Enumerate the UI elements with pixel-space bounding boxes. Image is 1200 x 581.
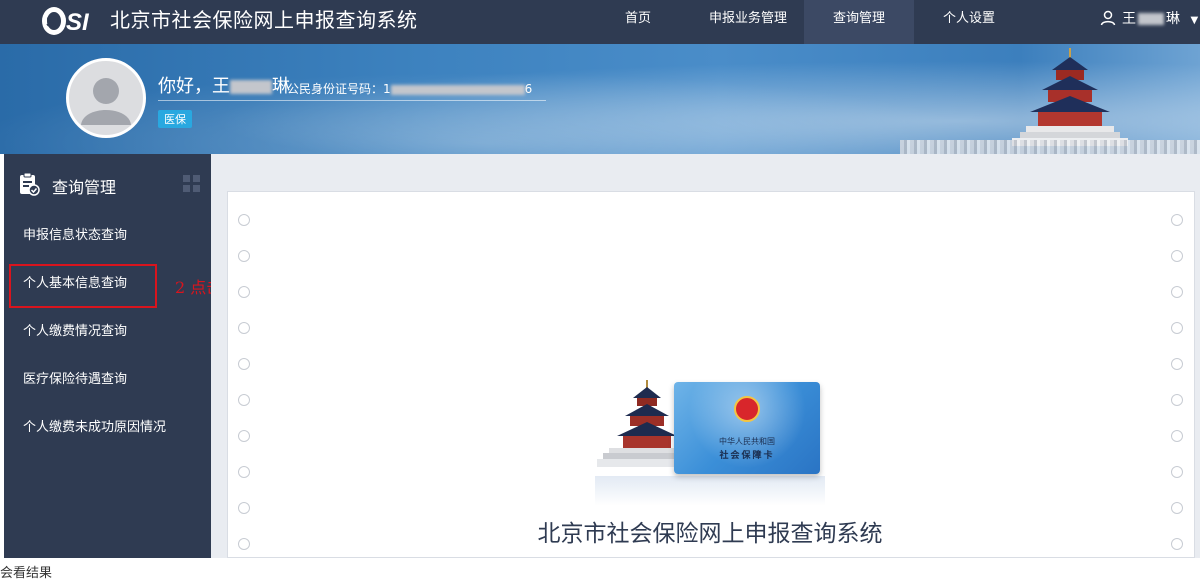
- redacted-id: [390, 84, 525, 95]
- social-security-card: 中华人民共和国 社会保障卡: [674, 382, 820, 474]
- nav-home[interactable]: 首页: [608, 0, 668, 44]
- user-menu[interactable]: 王 琳 ▼: [1100, 0, 1198, 44]
- binding-ring: [238, 394, 250, 406]
- redacted-name: [230, 80, 272, 94]
- greeting-text: 你好，王琳: [158, 76, 290, 97]
- temple-icon: [597, 380, 685, 467]
- temple-of-heaven-image: [1012, 48, 1128, 146]
- card-reflection: [595, 476, 825, 506]
- top-navigation-bar: S SI 北京市社会保险网上申报查询系统 首页 申报业务管理 查询管理 个人设置…: [0, 0, 1200, 44]
- binding-ring: [1171, 286, 1183, 298]
- binding-ring: [238, 538, 250, 550]
- id-number: 公民身份证号码：1 6: [287, 82, 533, 96]
- binding-ring: [1171, 322, 1183, 334]
- binding-ring: [238, 430, 250, 442]
- redacted-name: [1138, 13, 1164, 25]
- sidebar-header: 查询管理: [4, 154, 211, 214]
- user-name-end: 琳: [1166, 11, 1180, 27]
- terrace-railing: [900, 140, 1200, 154]
- greeting-divider: [158, 100, 546, 101]
- sidebar: 查询管理 申报信息状态查询 个人基本信息查询 个人缴费情况查询 医疗保险待遇查询…: [4, 154, 211, 558]
- default-avatar-icon: [81, 78, 131, 125]
- binding-ring: [238, 250, 250, 262]
- social-security-card-illustration: 中华人民共和国 社会保障卡: [595, 380, 825, 510]
- binding-ring: [1171, 502, 1183, 514]
- binding-ring: [1171, 394, 1183, 406]
- national-emblem-icon: [734, 396, 760, 422]
- svg-text:SI: SI: [66, 9, 90, 36]
- binding-ring: [1171, 466, 1183, 478]
- binding-ring: [238, 502, 250, 514]
- binding-ring: [238, 286, 250, 298]
- panel-system-title: 北京市社会保险网上申报查询系统: [537, 521, 883, 547]
- user-name: 王: [1122, 11, 1136, 27]
- card-title: 社会保障卡: [719, 451, 775, 461]
- binding-ring: [1171, 214, 1183, 226]
- clipboard-check-icon: [20, 172, 40, 196]
- sidebar-title: 查询管理: [52, 178, 117, 197]
- nav-query-management[interactable]: 查询管理: [804, 0, 914, 44]
- annotation-highlight-box: [9, 264, 157, 308]
- chevron-down-icon: ▼: [1190, 15, 1199, 26]
- binding-ring: [1171, 250, 1183, 262]
- social-insurance-logo-icon[interactable]: S SI: [40, 4, 100, 38]
- grid-icon[interactable]: [182, 174, 202, 194]
- binding-ring: [1171, 538, 1183, 550]
- profile-banner: 你好，王琳 公民身份证号码：1 6 医保: [0, 44, 1200, 154]
- sidebar-item-payment-failure-reasons[interactable]: 个人缴费未成功原因情况: [4, 404, 211, 452]
- insurance-type-badge: 医保: [158, 110, 192, 128]
- sidebar-item-medical-benefits[interactable]: 医疗保险待遇查询: [4, 356, 211, 404]
- user-icon: [1100, 10, 1116, 26]
- binding-ring: [238, 466, 250, 478]
- binding-ring: [1171, 358, 1183, 370]
- nav-declaration-management[interactable]: 申报业务管理: [692, 0, 804, 44]
- binding-ring: [238, 322, 250, 334]
- svg-text:S: S: [46, 14, 57, 31]
- nav-personal-settings[interactable]: 个人设置: [926, 0, 1012, 44]
- sidebar-item-payment-status[interactable]: 个人缴费情况查询: [4, 308, 211, 356]
- binding-ring: [238, 358, 250, 370]
- sidebar-item-declaration-status[interactable]: 申报信息状态查询: [4, 212, 211, 260]
- system-title: 北京市社会保险网上申报查询系统: [110, 8, 418, 32]
- avatar: [66, 58, 146, 138]
- binding-ring: [238, 214, 250, 226]
- card-issuer: 中华人民共和国: [719, 437, 775, 446]
- binding-ring: [1171, 430, 1183, 442]
- caption-text: 会看结果: [0, 566, 53, 581]
